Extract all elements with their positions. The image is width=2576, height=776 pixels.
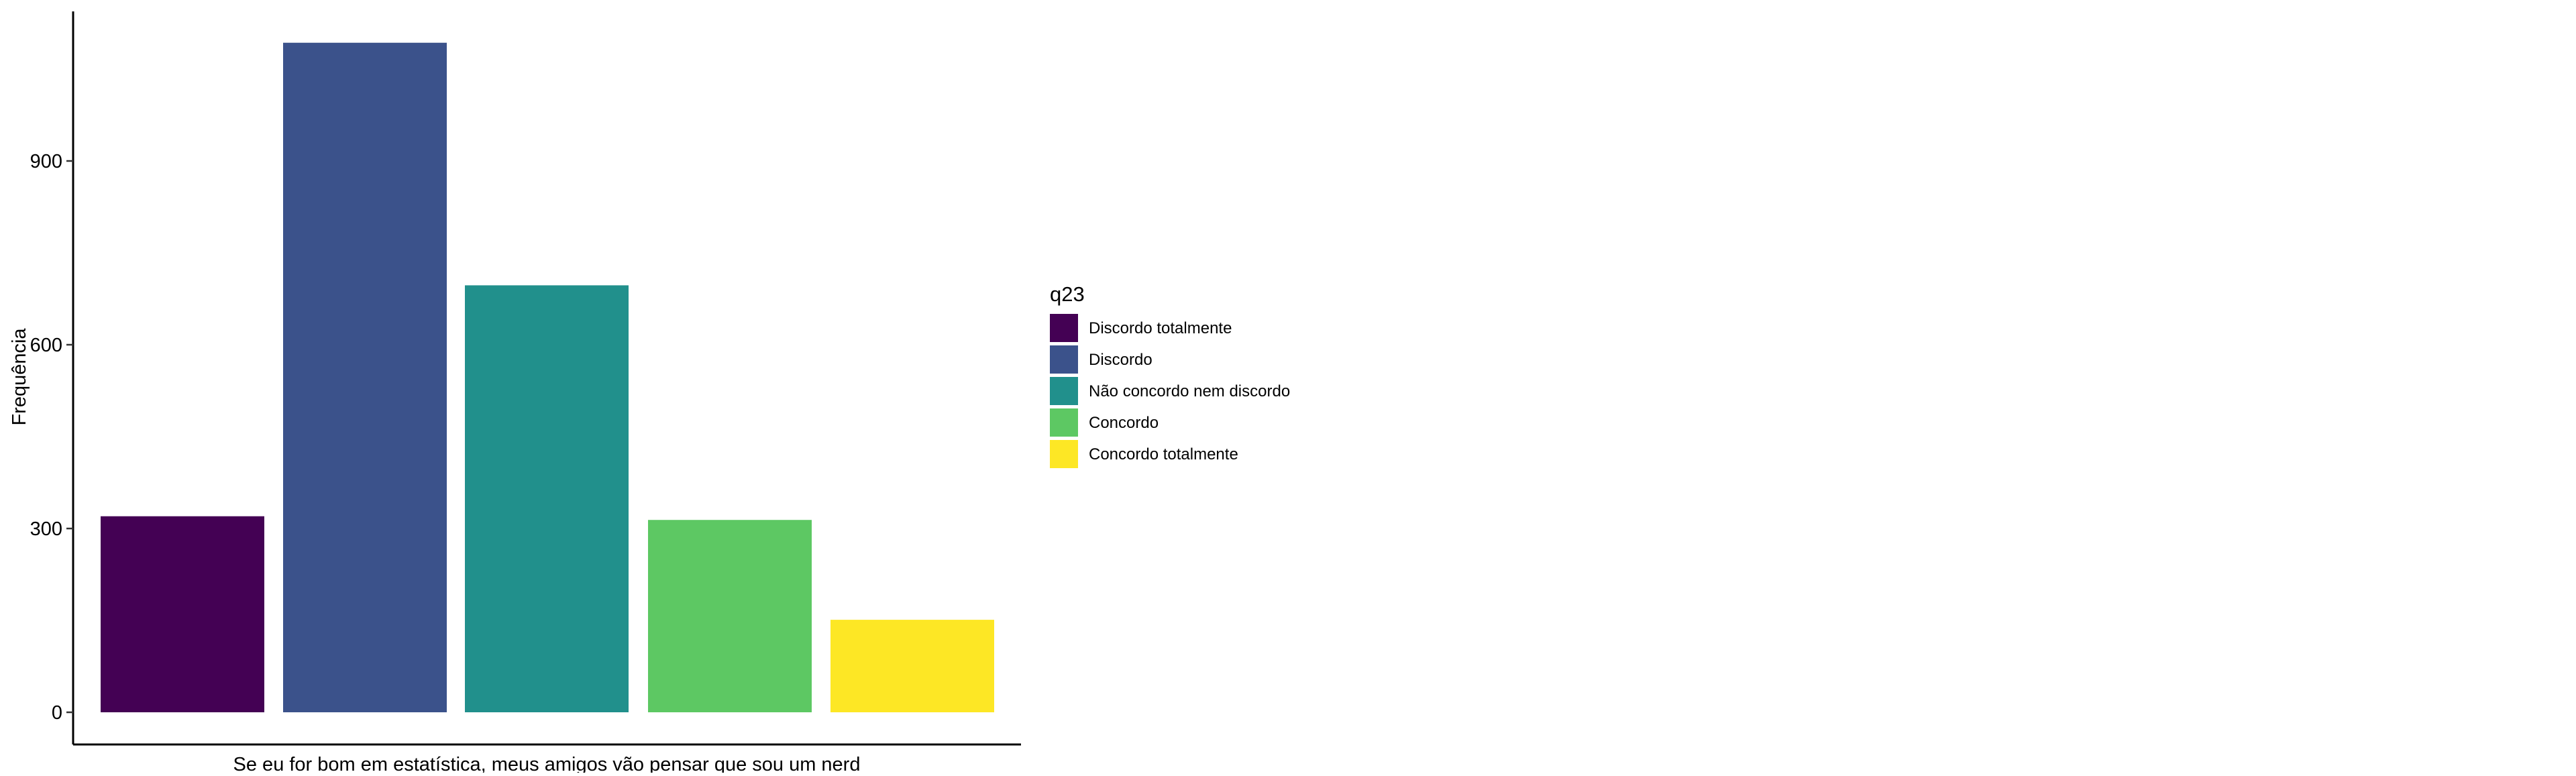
- legend-title: q23: [1050, 282, 1085, 306]
- legend-items: Discordo totalmente Discordo Não concordo …: [1050, 314, 1290, 468]
- legend-label-5: Concordo totalmente: [1089, 445, 1238, 463]
- legend-label-4: Concordo: [1089, 414, 1159, 432]
- y-ticks: 0 300 600 900: [30, 151, 73, 724]
- bar-2: [283, 42, 447, 712]
- legend-label-3: Não concordo nem discordo: [1089, 382, 1290, 400]
- y-tick-label: 0: [52, 702, 62, 724]
- legend-label-1: Discordo totalmente: [1089, 319, 1232, 337]
- bar-chart: 0 300 600 900 Frequência Se eu for bom em e…: [9, 11, 1290, 775]
- bar-1: [101, 516, 264, 712]
- legend-swatch-5: [1050, 440, 1078, 468]
- legend-swatch-4: [1050, 408, 1078, 437]
- legend-swatch-3: [1050, 377, 1078, 405]
- legend-label-2: Discordo: [1089, 351, 1152, 369]
- chart-container: 0 300 600 900 Frequência Se eu for bom em e…: [0, 0, 2576, 775]
- bar-3: [465, 285, 629, 712]
- bar-4: [648, 520, 812, 712]
- bar-5: [830, 620, 994, 712]
- y-axis-title: Frequência: [9, 328, 30, 426]
- y-tick-label: 600: [30, 335, 62, 356]
- legend-swatch-2: [1050, 345, 1078, 374]
- y-tick-label: 900: [30, 151, 62, 172]
- y-tick-label: 300: [30, 518, 62, 540]
- legend: q23 Discordo totalmente Discordo Não conco…: [1050, 282, 1290, 468]
- y-axis: 0 300 600 900: [30, 11, 74, 744]
- x-axis-title: Se eu for bom em estatística, meus amigo…: [233, 754, 861, 773]
- legend-swatch-1: [1050, 314, 1078, 342]
- bars: [101, 42, 994, 712]
